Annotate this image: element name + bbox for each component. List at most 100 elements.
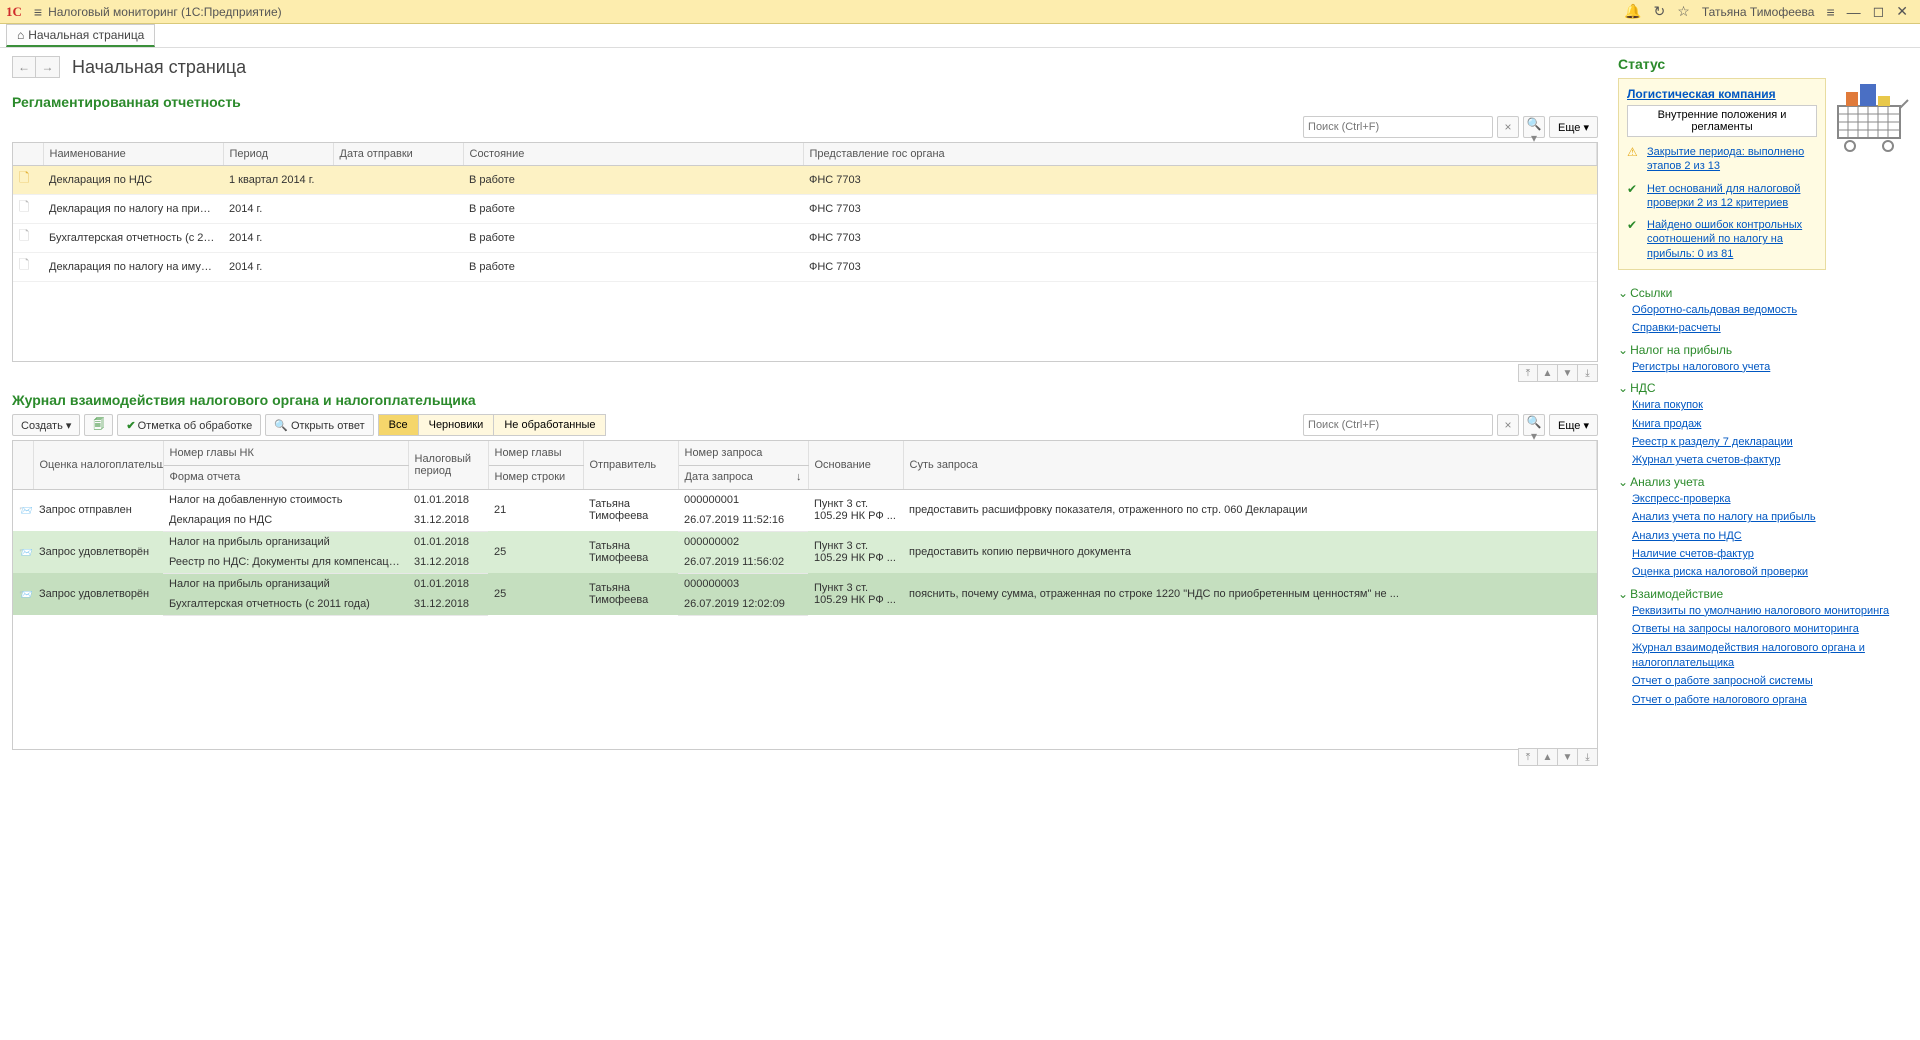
journal-row[interactable]: 📨 Запрос удовлетворён Налог на прибыль о… — [13, 573, 1597, 594]
jcol-sender[interactable]: Отправитель — [583, 441, 678, 489]
cell-name: Декларация по налогу на прибыль — [43, 194, 223, 223]
jcol-form[interactable]: Форма отчета — [163, 465, 408, 489]
filter-new[interactable]: Не обработанные — [494, 414, 606, 436]
restore-icon[interactable]: ◻ — [1867, 3, 1891, 20]
favorite-icon[interactable]: ☆ — [1671, 3, 1696, 20]
close-icon[interactable]: ✕ — [1890, 3, 1914, 20]
journal-search-clear[interactable]: × — [1497, 414, 1519, 436]
user-name[interactable]: Татьяна Тимофеева — [1702, 5, 1815, 19]
journal-search-input[interactable] — [1303, 414, 1493, 436]
nav-forward[interactable]: → — [36, 56, 60, 78]
cell-gl: 25 — [488, 573, 583, 615]
col-period[interactable]: Период — [223, 143, 333, 165]
status-item: ⚠ Закрытие периода: выполнено этапов 2 из… — [1627, 145, 1817, 174]
jcol-gl[interactable]: Номер главы — [488, 441, 583, 465]
sidebar-link[interactable]: Реквизиты по умолчанию налогового монито… — [1632, 604, 1912, 619]
journal-row[interactable]: 📨 Запрос удовлетворён Налог на прибыль о… — [13, 531, 1597, 552]
nav-back[interactable]: ← — [12, 56, 36, 78]
regulations-button[interactable]: Внутренние положения и регламенты — [1627, 105, 1817, 137]
group-title[interactable]: ⌄Налог на прибыль — [1618, 343, 1912, 357]
create-button[interactable]: Создать ▾ — [12, 414, 80, 436]
copy-button[interactable]: 🗐 — [84, 414, 113, 436]
col-name[interactable]: Наименование — [43, 143, 223, 165]
warn-icon: ⚠ — [1627, 145, 1641, 159]
jcol-period[interactable]: Налоговый период — [408, 441, 488, 489]
sidebar-group: ⌄Налог на прибыль Регистры налогового уче… — [1618, 343, 1912, 375]
group-title[interactable]: ⌄НДС — [1618, 381, 1912, 395]
tab-home[interactable]: ⌂ Начальная страница — [6, 24, 155, 47]
col-state[interactable]: Состояние — [463, 143, 803, 165]
reports-grid[interactable]: Наименование Период Дата отправки Состоя… — [12, 142, 1598, 362]
status-link[interactable]: Закрытие периода: выполнено этапов 2 из … — [1647, 145, 1817, 174]
group-title[interactable]: ⌄Взаимодействие — [1618, 587, 1912, 601]
sidebar-link[interactable]: Справки-расчеты — [1632, 321, 1912, 336]
grid-nav-up[interactable]: ▲ — [1538, 364, 1558, 382]
cell-num: 000000003 — [678, 573, 808, 594]
table-row[interactable]: 🗋 Декларация по налогу на имуще... 2014 … — [13, 252, 1597, 281]
sidebar-link[interactable]: Анализ учета по НДС — [1632, 529, 1912, 544]
minimize-icon[interactable]: — — [1841, 4, 1867, 20]
jcol-eval[interactable]: Оценка налогоплательщика — [33, 441, 163, 489]
jgrid-nav-first[interactable]: ⤒ — [1518, 748, 1538, 766]
jcol-subj[interactable]: Суть запроса — [903, 441, 1597, 489]
journal-grid[interactable]: Оценка налогоплательщика Номер главы НК … — [12, 440, 1598, 750]
mark-button[interactable]: ✔Отметка об обработке — [117, 414, 261, 436]
jcol-date[interactable]: Дата запроса ↓ — [678, 465, 808, 489]
jgrid-nav-up[interactable]: ▲ — [1538, 748, 1558, 766]
sidebar-link[interactable]: Журнал взаимодействия налогового органа … — [1632, 641, 1912, 672]
jgrid-nav-down[interactable]: ▼ — [1558, 748, 1578, 766]
reports-search-input[interactable] — [1303, 116, 1493, 138]
jgrid-nav-last[interactable]: ⤓ — [1578, 748, 1598, 766]
company-link[interactable]: Логистическая компания — [1627, 87, 1817, 101]
cell-rep: ФНС 7703 — [803, 194, 1597, 223]
journal-row[interactable]: 📨 Запрос отправлен Налог на добавленную … — [13, 489, 1597, 510]
sidebar-link[interactable]: Ответы на запросы налогового мониторинга — [1632, 622, 1912, 637]
status-link[interactable]: Найдено ошибок контрольных соотношений п… — [1647, 218, 1817, 261]
reports-search-go[interactable]: 🔍▾ — [1523, 116, 1545, 138]
journal-more-button[interactable]: Еще ▾ — [1549, 414, 1598, 436]
jcol-base[interactable]: Основание — [808, 441, 903, 489]
grid-nav-down[interactable]: ▼ — [1558, 364, 1578, 382]
cell-state: В работе — [463, 223, 803, 252]
group-title[interactable]: ⌄Анализ учета — [1618, 475, 1912, 489]
journal-search-go[interactable]: 🔍▾ — [1523, 414, 1545, 436]
open-answer-button[interactable]: 🔍 Открыть ответ — [265, 414, 373, 436]
sidebar-link[interactable]: Книга продаж — [1632, 417, 1912, 432]
jcol-num[interactable]: Номер запроса — [678, 441, 808, 465]
status-box: Логистическая компания Внутренние положе… — [1618, 78, 1826, 270]
filter-draft[interactable]: Черновики — [419, 414, 495, 436]
grid-nav-last[interactable]: ⤓ — [1578, 364, 1598, 382]
settings-icon[interactable]: ≡ — [1820, 4, 1840, 20]
sidebar-link[interactable]: Наличие счетов-фактур — [1632, 547, 1912, 562]
filter-all[interactable]: Все — [378, 414, 419, 436]
main-menu-icon[interactable]: ≡ — [28, 4, 48, 20]
chevron-down-icon: ⌄ — [1618, 587, 1628, 601]
sidebar-link[interactable]: Оценка риска налоговой проверки — [1632, 565, 1912, 580]
cell-period: 1 квартал 2014 г. — [223, 165, 333, 194]
sidebar-link[interactable]: Оборотно-сальдовая ведомость — [1632, 303, 1912, 318]
history-icon[interactable]: ↻ — [1648, 3, 1672, 20]
sidebar-link[interactable]: Регистры налогового учета — [1632, 360, 1912, 375]
group-title[interactable]: ⌄Ссылки — [1618, 286, 1912, 300]
sidebar-link[interactable]: Книга покупок — [1632, 398, 1912, 413]
status-link[interactable]: Нет оснований для налоговой проверки 2 и… — [1647, 182, 1817, 211]
sidebar-link[interactable]: Журнал учета счетов-фактур — [1632, 453, 1912, 468]
col-rep[interactable]: Представление гос органа — [803, 143, 1597, 165]
sidebar-link[interactable]: Анализ учета по налогу на прибыль — [1632, 510, 1912, 525]
table-row[interactable]: 🗋 Декларация по налогу на прибыль 2014 г… — [13, 194, 1597, 223]
sidebar-link[interactable]: Экспресс-проверка — [1632, 492, 1912, 507]
cell-base: Пункт 3 ст. 105.29 НК РФ ... — [808, 489, 903, 531]
sidebar-link[interactable]: Реестр к разделу 7 декларации — [1632, 435, 1912, 450]
table-row[interactable]: 🗋 Декларация по НДС 1 квартал 2014 г. В … — [13, 165, 1597, 194]
jcol-line[interactable]: Номер строки — [488, 465, 583, 489]
sidebar-link[interactable]: Отчет о работе запросной системы — [1632, 674, 1912, 689]
grid-nav-first[interactable]: ⤒ — [1518, 364, 1538, 382]
reports-search-clear[interactable]: × — [1497, 116, 1519, 138]
table-row[interactable]: 🗋 Бухгалтерская отчетность (с 201... 201… — [13, 223, 1597, 252]
bell-icon[interactable]: 🔔 — [1618, 3, 1647, 20]
col-sent[interactable]: Дата отправки — [333, 143, 463, 165]
sidebar-link[interactable]: Отчет о работе налогового органа — [1632, 693, 1912, 708]
cell-period: 2014 г. — [223, 223, 333, 252]
reports-more-button[interactable]: Еще ▾ — [1549, 116, 1598, 138]
jcol-nk[interactable]: Номер главы НК — [163, 441, 408, 465]
